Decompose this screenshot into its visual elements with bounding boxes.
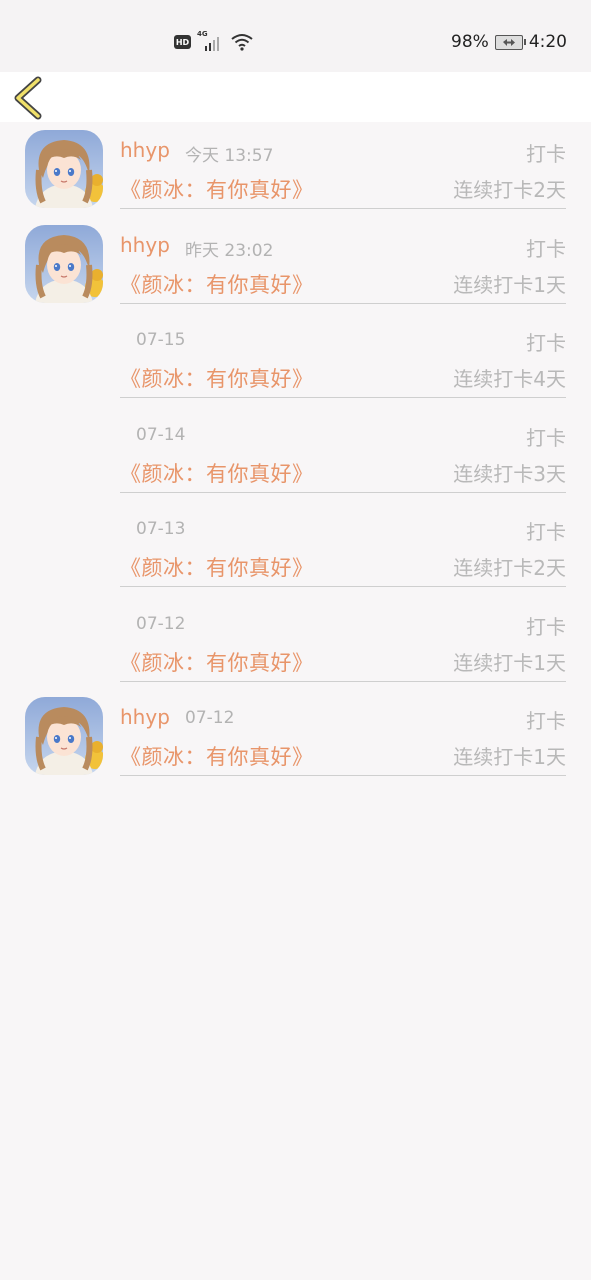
book-title-link[interactable]: 《颜冰：有你真好》	[120, 458, 314, 488]
timestamp: 07-14	[136, 424, 186, 445]
avatar[interactable]	[25, 130, 103, 208]
streak-label: 连续打卡1天	[453, 745, 566, 769]
checkin-entry[interactable]: 07-12 打卡《颜冰：有你真好》 连续打卡1天	[0, 595, 591, 690]
timestamp: 07-12	[185, 708, 235, 728]
avatar[interactable]	[25, 697, 103, 775]
entry-body: 07-15 打卡《颜冰：有你真好》 连续打卡4天	[120, 311, 566, 398]
entry-body: 07-14 打卡《颜冰：有你真好》 连续打卡3天	[120, 406, 566, 493]
entry-header: 07-13 打卡	[120, 516, 566, 544]
checkin-entry[interactable]: 07-15 打卡《颜冰：有你真好》 连续打卡4天	[0, 311, 591, 406]
entry-detail: 《颜冰：有你真好》 连续打卡2天	[120, 174, 566, 202]
streak-label: 连续打卡2天	[453, 556, 566, 580]
timestamp: 07-13	[136, 519, 186, 539]
entry-header: hhyp 07-12 打卡	[120, 705, 566, 733]
entry-body: hhyp 昨天 23:02 打卡《颜冰：有你真好》 连续打卡1天	[120, 217, 566, 304]
checkin-entry[interactable]: hhyp 07-12 打卡《颜冰：有你真好》 连续打卡1天	[0, 689, 591, 784]
back-button[interactable]	[10, 76, 50, 120]
entry-body: 07-13 打卡《颜冰：有你真好》 连续打卡2天	[120, 500, 566, 587]
book-title-link[interactable]: 《颜冰：有你真好》	[120, 269, 314, 299]
entry-header: 07-14 打卡	[120, 422, 566, 450]
cellular-signal-icon: 4G	[197, 30, 225, 51]
entry-detail: 《颜冰：有你真好》 连续打卡1天	[120, 269, 566, 297]
streak-label: 连续打卡1天	[453, 272, 566, 297]
checkin-tag: 打卡	[526, 236, 566, 261]
status-right: 98% 4:20	[451, 32, 567, 52]
book-title-link[interactable]: 《颜冰：有你真好》	[120, 174, 314, 204]
timestamp: 07-15	[136, 330, 186, 350]
chevron-left-icon	[14, 76, 42, 120]
entry-header: 07-12 打卡	[120, 611, 566, 639]
hd-icon: HD	[174, 35, 191, 49]
entry-detail: 《颜冰：有你真好》 连续打卡4天	[120, 363, 566, 391]
entry-detail: 《颜冰：有你真好》 连续打卡1天	[120, 741, 566, 769]
checkin-tag: 打卡	[526, 425, 566, 450]
entry-header: hhyp 今天 13:57 打卡	[120, 138, 566, 166]
entry-detail: 《颜冰：有你真好》 连续打卡3天	[120, 458, 566, 486]
timestamp: 昨天 23:02	[185, 240, 274, 261]
entry-body: 07-12 打卡《颜冰：有你真好》 连续打卡1天	[120, 595, 566, 682]
entry-header: 07-15 打卡	[120, 327, 566, 355]
entry-header: hhyp 昨天 23:02 打卡	[120, 233, 566, 261]
battery-charging-icon	[494, 34, 526, 50]
book-title-link[interactable]: 《颜冰：有你真好》	[120, 552, 314, 582]
checkin-tag: 打卡	[526, 520, 566, 544]
checkin-tag: 打卡	[526, 614, 566, 639]
checkin-entry[interactable]: 07-13 打卡《颜冰：有你真好》 连续打卡2天	[0, 500, 591, 595]
streak-label: 连续打卡3天	[453, 461, 566, 486]
entry-detail: 《颜冰：有你真好》 连续打卡1天	[120, 647, 566, 675]
checkin-entry[interactable]: hhyp 昨天 23:02 打卡《颜冰：有你真好》 连续打卡1天	[0, 217, 591, 312]
avatar[interactable]	[25, 224, 103, 303]
username[interactable]: hhyp	[120, 138, 170, 162]
username[interactable]: hhyp	[120, 233, 170, 257]
nav-bar	[0, 72, 591, 122]
checkin-tag: 打卡	[526, 331, 566, 355]
timestamp: 今天 13:57	[185, 146, 274, 166]
book-title-link[interactable]: 《颜冰：有你真好》	[120, 363, 314, 393]
entry-body: hhyp 07-12 打卡《颜冰：有你真好》 连续打卡1天	[120, 689, 566, 776]
checkin-list: hhyp 今天 13:57 打卡 《颜冰：有你真好》 连续打卡2天 hhyp 昨天 23:…	[0, 122, 591, 784]
entry-body: hhyp 今天 13:57 打卡《颜冰：有你真好》 连续打卡2天	[120, 122, 566, 209]
checkin-entry[interactable]: hhyp 今天 13:57 打卡《颜冰：有你真好》 连续打卡2天	[0, 122, 591, 217]
status-icons: HD 4G	[174, 30, 253, 51]
streak-label: 连续打卡4天	[453, 367, 566, 391]
book-title-link[interactable]: 《颜冰：有你真好》	[120, 741, 314, 771]
streak-label: 连续打卡1天	[453, 650, 566, 675]
checkin-tag: 打卡	[526, 709, 566, 733]
checkin-tag: 打卡	[526, 142, 566, 166]
entry-detail: 《颜冰：有你真好》 连续打卡2天	[120, 552, 566, 580]
book-title-link[interactable]: 《颜冰：有你真好》	[120, 647, 314, 677]
status-bar: HD 4G 98% 4:20	[0, 0, 591, 72]
clock: 4:20	[528, 32, 567, 52]
checkin-entry[interactable]: 07-14 打卡《颜冰：有你真好》 连续打卡3天	[0, 406, 591, 501]
wifi-icon	[231, 34, 253, 51]
battery-percent: 98%	[451, 32, 489, 52]
streak-label: 连续打卡2天	[453, 178, 566, 202]
username[interactable]: hhyp	[120, 705, 170, 729]
timestamp: 07-12	[136, 613, 186, 634]
